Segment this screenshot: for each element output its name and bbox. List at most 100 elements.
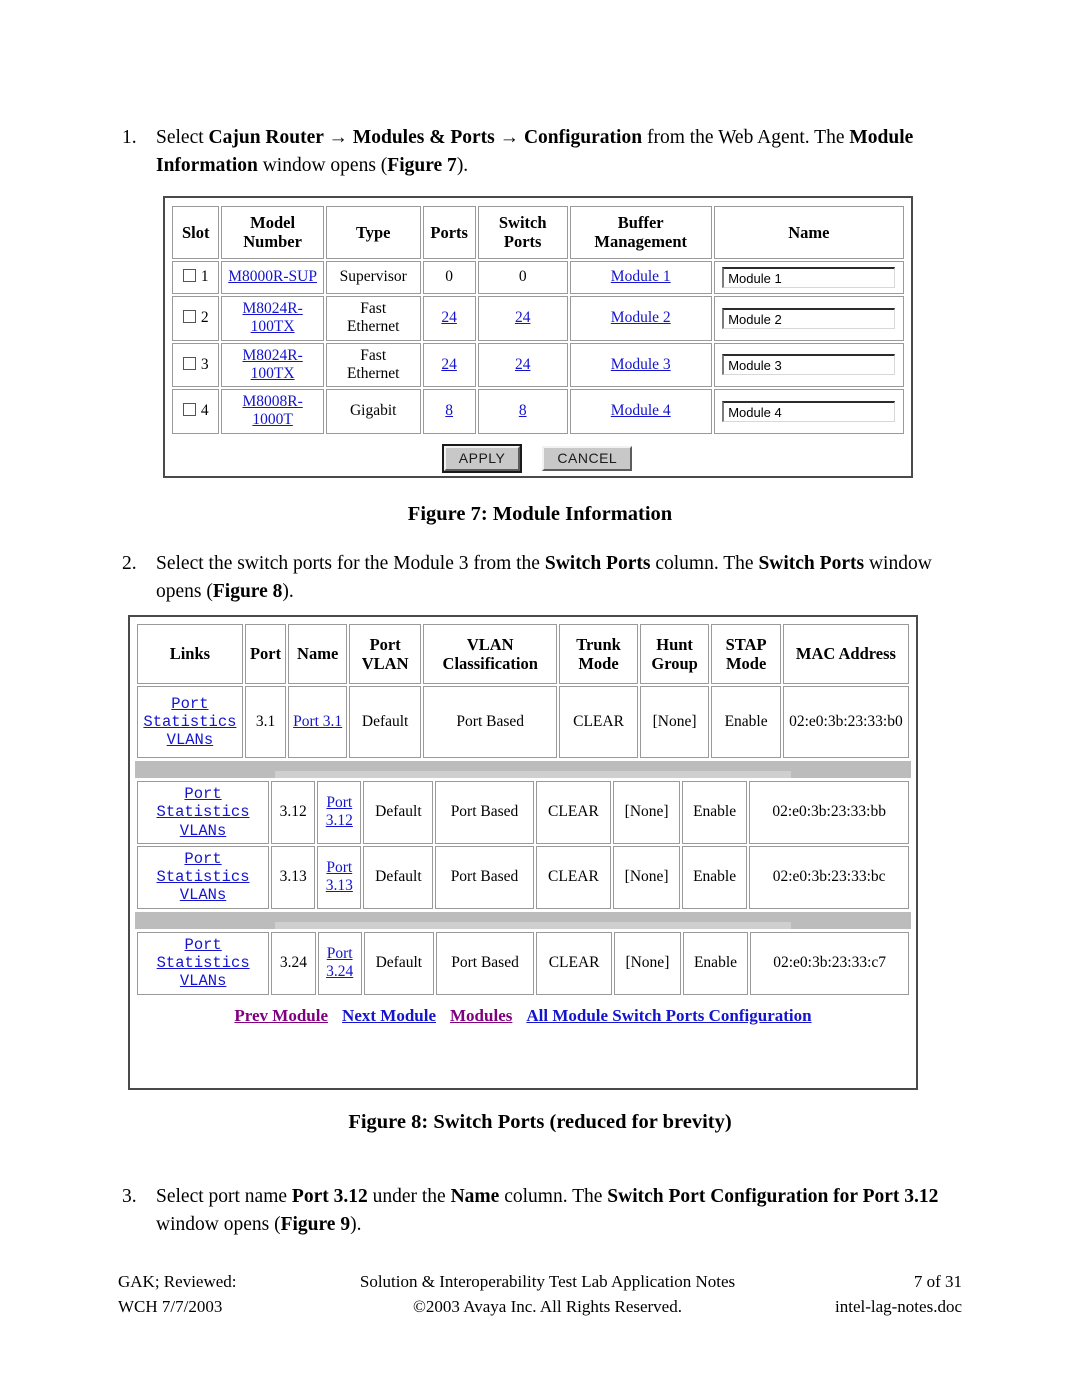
switch-ports-rows-group-1: Port Statistics VLANs 3.1 Port 3.1 Default Por…	[137, 686, 909, 758]
module-type-cell: Fast Ethernet	[325, 342, 421, 388]
column-header-ports: Ports	[422, 206, 476, 259]
figure-8-caption: Figure 8: Switch Ports (reduced for brev…	[348, 1111, 732, 1133]
slot-cell: 4	[172, 389, 220, 434]
port-name-cell: Port 3.1	[288, 686, 348, 758]
page-footer: GAK; Reviewed: Solution & Interoperabili…	[0, 1270, 1080, 1319]
model-number-link[interactable]: M8024R- 100TX	[242, 347, 302, 382]
nav-link-modules[interactable]: Modules	[450, 1006, 512, 1025]
link-port[interactable]: Port	[140, 850, 266, 868]
document-page: 1. Select Cajun Router → Modules & Ports…	[0, 0, 1080, 1397]
column-header-links: Links	[137, 624, 243, 684]
port-name-link[interactable]: Port 3.12	[326, 794, 353, 829]
footer-filename: intel-lag-notes.doc	[835, 1296, 962, 1316]
ports-link[interactable]: 24	[441, 356, 457, 373]
switch-ports-cell: 8	[477, 389, 568, 434]
trunk-mode-cell: CLEAR	[559, 686, 638, 758]
module-name-input[interactable]: Module 1	[722, 266, 896, 288]
buffer-management-link[interactable]: Module 1	[611, 268, 671, 285]
footer-copyright: ©2003 Avaya Inc. All Rights Reserved.	[413, 1296, 682, 1316]
ports-link[interactable]: 24	[441, 309, 457, 326]
buffer-management-link[interactable]: Module 3	[611, 356, 671, 373]
buffer-management-cell: Module 2	[569, 295, 712, 341]
port-name-link[interactable]: Port 3.24	[326, 945, 353, 980]
links-cell: Port Statistics VLANs	[137, 931, 270, 995]
column-header-stap-mode: STAP Mode	[711, 624, 781, 684]
table-row: 4 M8008R- 1000T Gigabit 8 8 Module 4 Module 4	[172, 389, 904, 434]
column-header-model-line2: Number	[243, 232, 302, 252]
step-2-number: 2.	[122, 553, 137, 574]
nav-link-all-module-switch-ports-configuration[interactable]: All Module Switch Ports Configuration	[526, 1006, 811, 1025]
port-vlan-cell: Default	[363, 931, 434, 995]
column-header-model-number: Model Number	[221, 206, 324, 259]
step-3-number: 3.	[122, 1186, 137, 1207]
link-port[interactable]: Port	[140, 695, 240, 713]
slot-cell: 3	[172, 342, 220, 388]
port-number-cell: 3.24	[271, 931, 316, 995]
link-port[interactable]: Port	[140, 936, 266, 954]
column-header-vlan-classification-line1: VLAN	[466, 634, 514, 654]
slot-cell: 2	[172, 295, 220, 341]
table-header-row: Slot Model Number Type Ports Switch Port…	[172, 206, 904, 259]
link-vlans[interactable]: VLANs	[140, 731, 240, 749]
slot-number: 1	[200, 268, 209, 286]
link-port[interactable]: Port	[140, 785, 266, 803]
figure-7-caption: Figure 7: Module Information	[407, 503, 673, 525]
model-number-link[interactable]: M8008R- 1000T	[242, 393, 302, 428]
link-vlans[interactable]: VLANs	[140, 972, 266, 990]
switch-ports-rows-group-3: Port Statistics VLANs 3.24 Port 3.24 Default Po…	[137, 931, 909, 995]
switch-ports-link[interactable]: 24	[515, 356, 531, 373]
step-1: 1. Select Cajun Router → Modules & Ports…	[122, 124, 942, 179]
footer-date: WCH 7/7/2003	[118, 1296, 223, 1316]
table-row: 3 M8024R- 100TX Fast Ethernet 24 24 Module 3 Mod…	[172, 342, 904, 388]
checkbox-icon[interactable]	[182, 403, 196, 417]
model-number-link[interactable]: M8000R-SUP	[228, 268, 317, 285]
cancel-button[interactable]: CANCEL	[542, 445, 633, 471]
nav-link-prev-module[interactable]: Prev Module	[234, 1006, 328, 1025]
nav-link-next-module[interactable]: Next Module	[342, 1006, 436, 1025]
switch-ports-rows-group-2: Port Statistics VLANs 3.12 Port 3.12 Default Po…	[137, 781, 909, 909]
footer-reviewer: GAK; Reviewed:	[118, 1272, 237, 1291]
column-header-buffer-management: Buffer Management	[569, 206, 712, 259]
ports-cell: 8	[422, 389, 476, 434]
link-statistics[interactable]: Statistics	[140, 954, 266, 972]
column-header-port: Port	[244, 624, 287, 684]
checkbox-icon[interactable]	[182, 356, 196, 370]
step-1-text: Select Cajun Router → Modules & Ports → …	[156, 127, 914, 176]
module-name-cell: Module 1	[713, 260, 904, 294]
port-number-cell: 3.13	[271, 845, 316, 909]
hunt-group-cell: [None]	[613, 781, 680, 844]
model-number-cell: M8008R- 1000T	[221, 389, 324, 434]
switch-ports-link[interactable]: 24	[515, 309, 531, 326]
stap-mode-cell: Enable	[711, 686, 781, 758]
link-vlans[interactable]: VLANs	[140, 886, 266, 904]
apply-button[interactable]: APPLY	[441, 443, 523, 473]
module-information-rows: 1 M8000R-SUP Supervisor 0 0 Module 1 Module 12…	[172, 260, 904, 434]
ports-link[interactable]: 8	[445, 402, 453, 419]
module-name-input[interactable]: Module 2	[722, 307, 896, 329]
checkbox-icon[interactable]	[182, 269, 196, 283]
stap-mode-cell: Enable	[681, 781, 748, 844]
table-row: Port Statistics VLANs 3.13 Port 3.13 Default Po…	[137, 845, 909, 909]
buffer-management-link[interactable]: Module 2	[611, 309, 671, 326]
link-vlans[interactable]: VLANs	[140, 822, 266, 840]
mac-address-cell: 02:e0:3b:23:33:b0	[782, 686, 909, 758]
buffer-management-cell: Module 3	[569, 342, 712, 388]
port-name-link[interactable]: Port 3.13	[326, 859, 353, 894]
port-name-link[interactable]: Port 3.1	[293, 713, 342, 730]
model-number-link[interactable]: M8024R- 100TX	[242, 300, 302, 335]
column-header-trunk-mode: Trunk Mode	[559, 624, 638, 684]
link-statistics[interactable]: Statistics	[140, 868, 266, 886]
checkbox-icon[interactable]	[182, 310, 196, 324]
link-statistics[interactable]: Statistics	[140, 803, 266, 821]
elided-rows-separator	[135, 761, 911, 778]
module-information-button-row: APPLY CANCEL	[170, 436, 906, 477]
module-name-input[interactable]: Module 4	[722, 400, 896, 422]
module-type-cell: Gigabit	[325, 389, 421, 434]
link-statistics[interactable]: Statistics	[140, 713, 240, 731]
module-name-input[interactable]: Module 3	[722, 354, 896, 376]
step-2: 2. Select the switch ports for the Modul…	[122, 550, 942, 605]
switch-ports-navigation-links: Prev Module Next Module Modules All Module …	[135, 997, 911, 1031]
buffer-management-link[interactable]: Module 4	[611, 402, 671, 419]
buffer-management-cell: Module 4	[569, 389, 712, 434]
switch-ports-link[interactable]: 8	[519, 402, 527, 419]
